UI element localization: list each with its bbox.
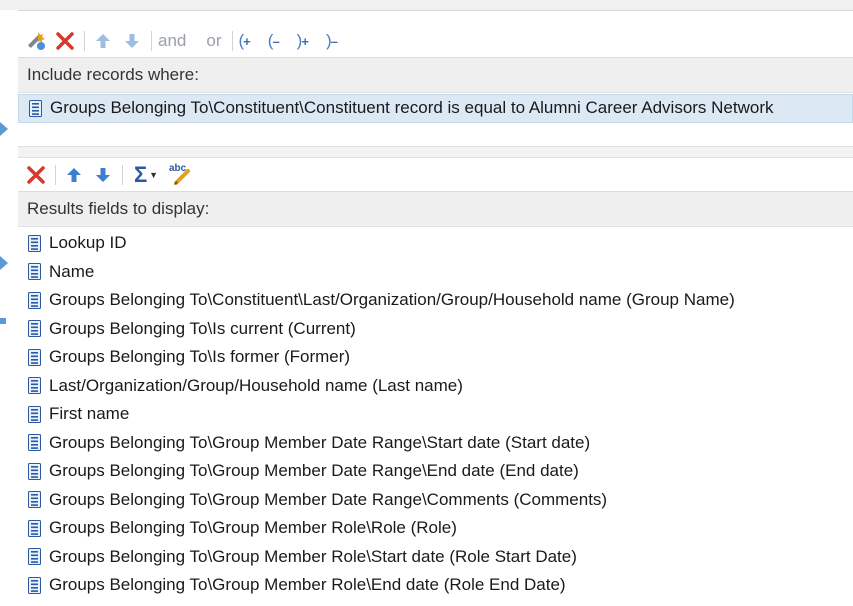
field-document-icon [28,576,41,594]
row-label: Last/Organization/Group/Household name (… [49,375,463,395]
field-document-icon [28,377,41,395]
field-document-icon [28,291,41,309]
close-paren-remove-button[interactable]: )– [326,31,338,51]
rename-icon[interactable]: abc [168,163,192,187]
field-document-icon [28,263,41,281]
row-label: Groups Belonging To\Group Member Date Ra… [49,432,591,452]
wand-icon[interactable] [24,29,48,53]
result-field-row[interactable]: Groups Belonging To\Group Member Date Ra… [18,486,853,515]
field-document-icon [28,462,41,480]
result-field-row[interactable]: Groups Belonging To\Group Member Date Ra… [18,429,853,458]
result-field-row[interactable]: Groups Belonging To\Group Member Role\Ro… [18,514,853,543]
result-field-row[interactable]: Name [18,258,853,287]
close-paren-add-button[interactable]: )+ [297,31,309,51]
result-field-row[interactable]: Groups Belonging To\Constituent\Last/Org… [18,286,853,315]
summarize-icon[interactable]: Σ ▼ [129,161,163,187]
result-field-row[interactable]: Groups Belonging To\Group Member Date Ra… [18,457,853,486]
filter-panel: and or (+ (– )+ )– Include records where… [18,24,853,123]
criteria-row[interactable]: Groups Belonging To\Constituent\Constitu… [18,94,853,123]
open-paren-add-button[interactable]: (+ [239,31,251,51]
filter-header: Include records where: [18,58,853,93]
plus-glyph: + [301,33,309,49]
toolbar-separator [122,164,123,185]
row-label: Groups Belonging To\Group Member Role\Ro… [49,518,457,538]
row-label: Groups Belonging To\Group Member Role\St… [49,546,577,566]
delete-icon[interactable] [53,29,77,53]
row-label: Lookup ID [49,233,127,253]
gutter-marker-icon [0,318,6,324]
toolbar-separator [151,30,152,51]
chevron-down-icon: ▼ [149,169,159,180]
field-document-icon [28,519,41,537]
results-fields-list: Lookup ID Name Groups Belonging To\Constit… [18,227,853,600]
criteria-list: Groups Belonging To\Constituent\Constitu… [18,93,853,123]
move-down-icon[interactable] [91,163,115,187]
row-label: Groups Belonging To\Constituent\Last/Org… [49,290,735,310]
sigma-glyph: Σ [133,161,148,187]
results-toolbar: Σ ▼ abc [18,158,853,192]
expand-arrow-icon[interactable] [0,122,8,136]
filter-toolbar: and or (+ (– )+ )– [18,24,853,58]
toolbar-separator [231,30,233,51]
panel-splitter[interactable] [18,146,853,158]
minus-glyph: – [272,33,279,49]
move-up-icon[interactable] [62,163,86,187]
move-up-icon[interactable] [91,29,115,53]
results-panel: Σ ▼ abc Results fields to display: Looku… [18,158,853,600]
row-label: First name [49,404,130,424]
or-button[interactable]: or [206,31,221,51]
open-paren-remove-button[interactable]: (– [268,31,280,51]
plus-glyph: + [243,33,251,49]
results-header: Results fields to display: [18,192,853,227]
field-document-icon [29,99,42,117]
field-document-icon [28,491,41,509]
and-button[interactable]: and [158,31,186,51]
row-label: Groups Belonging To\Group Member Date Ra… [49,461,579,481]
toolbar-separator [84,30,85,51]
left-gutter [0,10,18,606]
expand-arrow-icon[interactable] [0,256,8,270]
delete-icon[interactable] [24,163,48,187]
result-field-row[interactable]: Last/Organization/Group/Household name (… [18,372,853,401]
row-label: Groups Belonging To\Is former (Former) [49,347,351,367]
field-document-icon [28,548,41,566]
result-field-row[interactable]: Groups Belonging To\Is former (Former) [18,343,853,372]
result-field-row[interactable]: Groups Belonging To\Is current (Current) [18,315,853,344]
move-down-icon[interactable] [120,29,144,53]
row-label: Name [49,261,95,281]
field-document-icon [28,405,41,423]
minus-glyph: – [330,33,338,49]
field-document-icon [28,348,41,366]
result-field-row[interactable]: Groups Belonging To\Group Member Role\St… [18,543,853,572]
field-document-icon [28,434,41,452]
field-document-icon [28,234,41,252]
row-label: Groups Belonging To\Is current (Current) [49,318,356,338]
toolbar-separator [55,164,56,185]
result-field-row[interactable]: Groups Belonging To\Group Member Role\En… [18,571,853,600]
top-strip [0,0,853,11]
row-label: Groups Belonging To\Group Member Role\En… [49,575,566,595]
row-label: Groups Belonging To\Constituent\Constitu… [50,98,774,118]
row-label: Groups Belonging To\Group Member Date Ra… [49,489,608,509]
field-document-icon [28,320,41,338]
result-field-row[interactable]: First name [18,400,853,429]
result-field-row[interactable]: Lookup ID [18,229,853,258]
